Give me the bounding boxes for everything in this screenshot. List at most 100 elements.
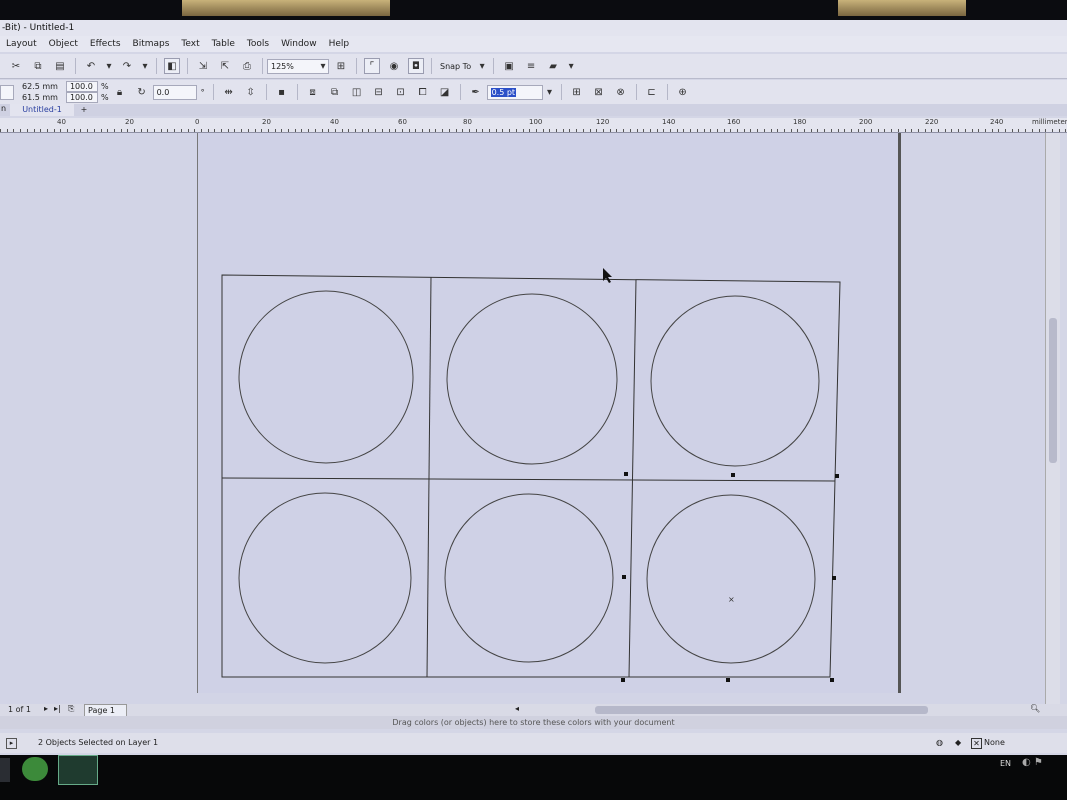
circle-shape[interactable] bbox=[650, 295, 820, 467]
fill-icon[interactable]: ◍ bbox=[936, 733, 943, 753]
scroll-left-icon[interactable]: ◂ bbox=[515, 704, 519, 713]
back-minus-front-icon[interactable]: ⧠ bbox=[415, 84, 431, 100]
scale-height-field[interactable]: 100.0 bbox=[65, 92, 98, 103]
ruler-tick bbox=[496, 129, 497, 132]
start-button[interactable] bbox=[0, 758, 10, 782]
front-minus-back-icon[interactable]: ⊡ bbox=[393, 84, 409, 100]
zoom-view-icon[interactable]: 🔍︎ bbox=[1030, 704, 1040, 713]
application-launcher-icon[interactable]: ▰ bbox=[545, 58, 561, 74]
publish-pdf-icon[interactable]: ⎙ bbox=[239, 58, 255, 74]
circle-shape[interactable] bbox=[444, 493, 614, 663]
show-guidelines-icon[interactable]: ◘ bbox=[408, 58, 424, 74]
status-selection: 2 Objects Selected on Layer 1 bbox=[38, 738, 159, 747]
align-distribute-icon[interactable]: ⊞ bbox=[569, 84, 585, 100]
circle-shape[interactable] bbox=[646, 494, 816, 664]
undo-dropdown-icon[interactable]: ▾ bbox=[105, 58, 113, 74]
intersect-icon[interactable]: ◫ bbox=[349, 84, 365, 100]
language-indicator[interactable]: EN bbox=[1000, 759, 1011, 768]
paste-icon[interactable]: ▤ bbox=[52, 58, 68, 74]
selection-handles[interactable] bbox=[621, 472, 839, 682]
grid-frame[interactable] bbox=[221, 274, 841, 678]
drawing-workspace[interactable]: × bbox=[0, 133, 1045, 705]
horizontal-ruler[interactable]: 40 20 0 20 40 60 80 100 120 140 160 180 … bbox=[0, 118, 1067, 133]
zoom-dropdown-icon[interactable]: ▾ bbox=[319, 58, 327, 74]
snap-to-button[interactable]: Snap To bbox=[440, 62, 471, 71]
circle-shape[interactable] bbox=[238, 290, 414, 464]
next-page-icon[interactable]: ▸ bbox=[44, 704, 48, 713]
redo-icon[interactable]: ↷ bbox=[119, 58, 135, 74]
cut-icon[interactable]: ✂ bbox=[8, 58, 24, 74]
menu-window[interactable]: Window bbox=[275, 36, 323, 52]
menu-effects[interactable]: Effects bbox=[84, 36, 127, 52]
mirror-horizontal-icon[interactable]: ⇹ bbox=[221, 84, 237, 100]
add-tab-button[interactable]: + bbox=[78, 104, 90, 116]
add-preset-icon[interactable]: ⊕ bbox=[675, 84, 691, 100]
full-screen-preview-icon[interactable]: ⊞ bbox=[333, 58, 349, 74]
no-outline-icon[interactable]: ✕ bbox=[971, 738, 982, 749]
search-content-icon[interactable]: ◧ bbox=[164, 58, 180, 74]
coreldraw-taskbar-icon[interactable] bbox=[58, 755, 98, 785]
create-boundary-icon[interactable]: ◪ bbox=[437, 84, 453, 100]
circle-shape[interactable] bbox=[238, 492, 412, 664]
menu-tools[interactable]: Tools bbox=[241, 36, 275, 52]
ruler-tick bbox=[188, 129, 189, 132]
outline-dropdown-icon[interactable]: ▾ bbox=[546, 84, 554, 100]
play-icon[interactable]: ▸ bbox=[6, 738, 17, 749]
lock-ratio-icon[interactable]: 🔒︎ bbox=[112, 84, 128, 100]
width-field[interactable]: 62.5 mm bbox=[22, 81, 58, 92]
welcome-screen-icon[interactable]: ▣ bbox=[501, 58, 517, 74]
tray-icons[interactable]: ◐ ⚑ bbox=[1022, 757, 1043, 768]
ruler-tick bbox=[301, 129, 302, 132]
weld-icon[interactable]: ⧈ bbox=[305, 84, 321, 100]
vertical-scrollbar[interactable] bbox=[1045, 133, 1060, 708]
undo-icon[interactable]: ↶ bbox=[83, 58, 99, 74]
mirror-vertical-icon[interactable]: ⇳ bbox=[243, 84, 259, 100]
outline-width-select[interactable]: 0.5 pt bbox=[486, 84, 543, 100]
ruler-tick bbox=[47, 129, 48, 132]
align-icon[interactable]: ⊏ bbox=[644, 84, 660, 100]
menu-object[interactable]: Object bbox=[43, 36, 84, 52]
rotation-icon[interactable]: ↻ bbox=[134, 84, 150, 100]
horizontal-scroll-thumb[interactable] bbox=[595, 706, 928, 714]
ruler-tick bbox=[704, 129, 705, 132]
position-field[interactable] bbox=[0, 84, 14, 100]
show-grid-icon[interactable]: ◉ bbox=[386, 58, 402, 74]
menu-help[interactable]: Help bbox=[323, 36, 356, 52]
ruler-label: 60 bbox=[398, 118, 407, 126]
show-rulers-icon[interactable]: ⌜ bbox=[364, 58, 380, 74]
launcher-dropdown-icon[interactable]: ▾ bbox=[567, 58, 575, 74]
bucket-icon[interactable]: ◆ bbox=[955, 733, 961, 753]
import-icon[interactable]: ⇲ bbox=[195, 58, 211, 74]
snap-dropdown-icon[interactable]: ▾ bbox=[478, 58, 486, 74]
ruler-label: 20 bbox=[262, 118, 271, 126]
copy-icon[interactable]: ⧉ bbox=[30, 58, 46, 74]
add-page-icon[interactable]: ⎘ bbox=[68, 704, 74, 714]
ruler-tick bbox=[382, 129, 383, 132]
trim-icon[interactable]: ⧉ bbox=[327, 84, 343, 100]
selection-center-icon[interactable]: × bbox=[728, 595, 735, 604]
document-palette[interactable]: Drag colors (or objects) here to store t… bbox=[0, 716, 1067, 729]
menu-text[interactable]: Text bbox=[175, 36, 205, 52]
wrap-text-icon[interactable]: ⊠ bbox=[591, 84, 607, 100]
simplify-icon[interactable]: ⊟ bbox=[371, 84, 387, 100]
menu-layout[interactable]: Layout bbox=[0, 36, 43, 52]
height-field[interactable]: 61.5 mm bbox=[22, 92, 58, 103]
menu-bitmaps[interactable]: Bitmaps bbox=[127, 36, 176, 52]
document-tabs: n Untitled-1 + bbox=[0, 104, 1067, 116]
tab-untitled-1[interactable]: Untitled-1 bbox=[10, 104, 74, 116]
ruler-tick bbox=[509, 129, 510, 132]
rotation-angle-field[interactable]: 0.0 bbox=[152, 84, 197, 100]
vertical-scroll-thumb[interactable] bbox=[1049, 318, 1057, 463]
ruler-tick bbox=[476, 129, 477, 132]
last-page-icon[interactable]: ▸| bbox=[54, 704, 61, 713]
group-icon[interactable]: ▪ bbox=[274, 84, 290, 100]
scale-width-field[interactable]: 100.0 bbox=[65, 81, 98, 92]
circle-shape[interactable] bbox=[446, 293, 618, 465]
menu-table[interactable]: Table bbox=[206, 36, 241, 52]
convert-to-curves-icon[interactable]: ⊗ bbox=[613, 84, 629, 100]
options-icon[interactable]: ≡ bbox=[523, 58, 539, 74]
outline-pen-icon[interactable]: ✒ bbox=[468, 84, 484, 100]
utorrent-icon[interactable] bbox=[22, 757, 48, 781]
redo-dropdown-icon[interactable]: ▾ bbox=[141, 58, 149, 74]
export-icon[interactable]: ⇱ bbox=[217, 58, 233, 74]
